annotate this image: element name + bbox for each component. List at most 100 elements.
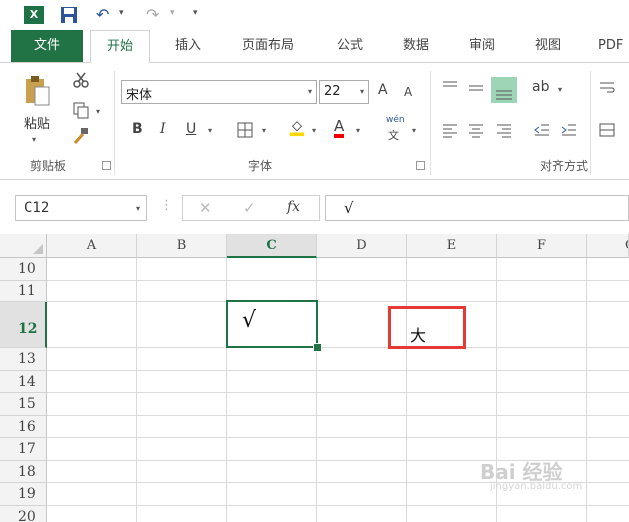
quick-access-toolbar: X ↶ ▾ ↷ ▾ ▾ [0, 0, 629, 30]
tab-file[interactable]: 文件 [11, 30, 83, 62]
chevron-down-icon: ▾ [359, 87, 364, 96]
formula-input[interactable]: √ [325, 195, 629, 221]
formula-bar-grip-icon[interactable]: ⋮ [160, 198, 173, 213]
redo-icon[interactable]: ↷ [146, 5, 159, 24]
underline-button[interactable]: U [186, 121, 196, 137]
align-middle-icon[interactable] [467, 79, 485, 97]
increase-indent-icon[interactable] [560, 121, 578, 139]
underline-dropdown-icon[interactable]: ▾ [208, 126, 212, 135]
phonetic-dropdown-icon[interactable]: ▾ [412, 126, 416, 135]
tab-review[interactable]: 审阅 [466, 30, 498, 62]
row-header-20[interactable]: 20 [0, 506, 47, 522]
decrease-indent-icon[interactable] [533, 121, 551, 139]
column-header-e[interactable]: E [407, 234, 497, 258]
cancel-icon[interactable]: ✕ [199, 199, 212, 217]
align-top-icon[interactable] [441, 79, 459, 97]
shrink-font-icon[interactable]: A [404, 85, 412, 99]
ribbon-tabs: 文件 开始 插入 页面布局 公式 数据 审阅 视图 PDF [0, 30, 629, 63]
name-box[interactable]: C12 ▾ [15, 195, 147, 221]
align-bottom-icon[interactable] [491, 77, 517, 103]
formula-bar: C12 ▾ ⋮ ✕ ✓ fx √ [0, 190, 629, 226]
clipboard-launcher-icon[interactable] [102, 161, 111, 170]
align-right-icon[interactable] [495, 121, 513, 139]
column-header-c[interactable]: C [227, 234, 317, 258]
font-size-select[interactable]: 22 ▾ [319, 80, 369, 104]
row-header-16[interactable]: 16 [0, 416, 47, 438]
worksheet-grid[interactable]: A B C D E F G 10 11 12 13 14 15 16 17 18… [0, 234, 629, 522]
column-header-a[interactable]: A [47, 234, 137, 258]
paste-icon[interactable] [24, 73, 50, 107]
row-header-19[interactable]: 19 [0, 483, 47, 506]
undo-dropdown-icon[interactable]: ▾ [119, 8, 124, 18]
row-header-11[interactable]: 11 [0, 281, 47, 302]
undo-icon[interactable]: ↶ [96, 5, 109, 24]
row-header-14[interactable]: 14 [0, 371, 47, 393]
borders-dropdown-icon[interactable]: ▾ [262, 126, 266, 135]
orientation-icon[interactable]: ab [532, 79, 549, 95]
merge-center-icon[interactable] [598, 121, 616, 139]
gridline [47, 301, 629, 302]
alignment-group-label: 对齐方式 [540, 159, 589, 173]
italic-button[interactable]: I [160, 121, 166, 137]
borders-icon[interactable] [236, 121, 254, 139]
ribbon-home: 粘贴 ▾ ▾ 剪贴板 宋体 ▾ 22 ▾ A A B I U ▾ ▾ ▾ A ▾ w… [0, 62, 629, 180]
cell-c12[interactable]: √ [226, 300, 318, 348]
cell-e12[interactable]: 大 [410, 322, 426, 346]
tab-page-layout[interactable]: 页面布局 [236, 30, 300, 62]
row-header-17[interactable]: 17 [0, 438, 47, 461]
tab-view[interactable]: 视图 [532, 30, 564, 62]
format-painter-icon[interactable] [72, 127, 90, 145]
gridline [47, 392, 629, 393]
wrap-text-icon[interactable] [598, 79, 616, 97]
fill-color-dropdown-icon[interactable]: ▾ [312, 126, 316, 135]
tab-insert[interactable]: 插入 [172, 30, 204, 62]
cut-icon[interactable] [72, 71, 90, 89]
group-separator [590, 71, 591, 175]
chevron-down-icon: ▾ [307, 87, 312, 96]
insert-function-icon[interactable]: fx [287, 199, 300, 215]
gridline [47, 370, 629, 371]
row-header-13[interactable]: 13 [0, 348, 47, 371]
column-header-b[interactable]: B [137, 234, 227, 258]
phonetic-guide-icon[interactable]: wén [386, 115, 405, 125]
font-launcher-icon[interactable] [416, 161, 425, 170]
font-color-dropdown-icon[interactable]: ▾ [356, 126, 360, 135]
row-header-15[interactable]: 15 [0, 393, 47, 416]
chevron-down-icon: ▾ [135, 204, 140, 213]
gridline [47, 347, 629, 348]
paste-label[interactable]: 粘贴 [24, 113, 50, 132]
fill-handle[interactable] [313, 343, 322, 352]
tab-home[interactable]: 开始 [90, 30, 150, 63]
align-center-icon[interactable] [467, 121, 485, 139]
clipboard-group-label: 剪贴板 [30, 159, 67, 173]
save-icon[interactable] [60, 6, 78, 24]
row-header-10[interactable]: 10 [0, 258, 47, 281]
phonetic-guide-char: 文 [388, 129, 399, 142]
customize-qat-icon[interactable]: ▾ [193, 8, 198, 18]
grow-font-icon[interactable]: A [378, 82, 388, 98]
tab-formulas[interactable]: 公式 [334, 30, 366, 62]
font-name-select[interactable]: 宋体 ▾ [121, 80, 317, 104]
formula-buttons: ✕ ✓ fx [182, 195, 320, 221]
select-all-corner[interactable] [0, 234, 47, 258]
font-color-icon[interactable]: A [334, 118, 345, 138]
tab-data[interactable]: 数据 [400, 30, 432, 62]
row-header-18[interactable]: 18 [0, 461, 47, 483]
paste-dropdown-icon[interactable]: ▾ [32, 135, 36, 144]
column-header-f[interactable]: F [497, 234, 587, 258]
column-header-d[interactable]: D [317, 234, 407, 258]
fill-color-icon[interactable] [288, 119, 306, 137]
redo-dropdown-icon[interactable]: ▾ [170, 8, 175, 18]
align-left-icon[interactable] [441, 121, 459, 139]
gridline [47, 437, 629, 438]
tab-pdf[interactable]: PDF [598, 30, 629, 62]
enter-icon[interactable]: ✓ [243, 199, 256, 217]
column-header-g[interactable]: G [587, 234, 629, 258]
copy-icon[interactable] [72, 101, 90, 119]
gridline [47, 280, 629, 281]
gridline [47, 415, 629, 416]
orientation-dropdown-icon[interactable]: ▾ [558, 85, 562, 94]
copy-dropdown-icon[interactable]: ▾ [96, 107, 100, 116]
bold-button[interactable]: B [132, 121, 143, 137]
row-header-12[interactable]: 12 [0, 302, 47, 348]
